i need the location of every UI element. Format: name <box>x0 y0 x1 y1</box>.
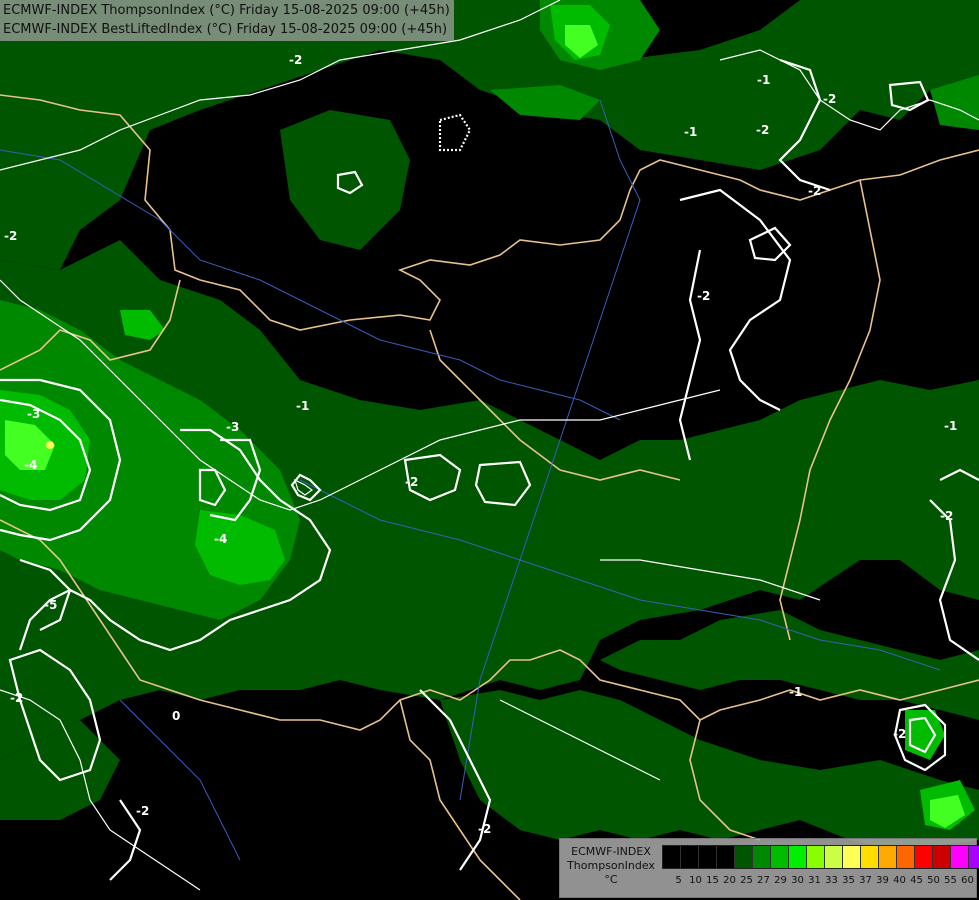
contour-label: -2 <box>10 691 23 705</box>
legend-swatch <box>735 846 753 868</box>
legend-field: ThompsonIndex <box>567 859 655 872</box>
legend-unit: °C <box>604 873 618 886</box>
legend-swatch <box>861 846 879 868</box>
legend-swatch <box>915 846 933 868</box>
legend-tick: 37 <box>859 875 872 886</box>
contour-label: -3 <box>27 407 40 421</box>
legend-tick: 40 <box>893 875 906 886</box>
legend-tick: 50 <box>927 875 940 886</box>
legend-tick: 20 <box>723 875 736 886</box>
legend-swatch <box>951 846 969 868</box>
legend-swatch <box>879 846 897 868</box>
legend-model: ECMWF-INDEX <box>571 845 651 858</box>
contour-label: -1 <box>789 685 802 699</box>
contour-label: -2 <box>823 92 836 106</box>
legend-swatch <box>717 846 735 868</box>
legend-tick: 29 <box>774 875 787 886</box>
title-thompson-index: ECMWF-INDEX ThompsonIndex (°C) Friday 15… <box>3 3 450 18</box>
legend-tick: 55 <box>944 875 957 886</box>
legend-title: ECMWF-INDEX ThompsonIndex °C <box>562 845 660 887</box>
legend-tick: 15 <box>706 875 719 886</box>
weather-map: -2 -1 -2 -3 -4 -3 -4 -5 -2 -2 -2 -1 -2 -… <box>0 0 979 900</box>
legend-swatch <box>969 846 979 868</box>
legend-tick: 60 <box>961 875 974 886</box>
legend-ticks: 5 10 15 20 25 27 29 30 31 33 35 37 39 40 45 50 55 60 <box>662 875 976 886</box>
legend-tick: 30 <box>791 875 804 886</box>
contour-label: -2 <box>940 509 953 523</box>
color-legend: ECMWF-INDEX ThompsonIndex °C 5 10 15 20 25 27… <box>559 838 979 898</box>
legend-tick: 5 <box>675 875 682 886</box>
title-best-lifted-index: ECMWF-INDEX BestLiftedIndex (°C) Friday … <box>3 22 448 37</box>
legend-swatch <box>771 846 789 868</box>
legend-tick: 39 <box>876 875 889 886</box>
map-title-box: ECMWF-INDEX ThompsonIndex (°C) Friday 15… <box>0 0 454 41</box>
contour-label: -2 <box>478 822 491 836</box>
legend-swatch <box>843 846 861 868</box>
legend-swatch <box>933 846 951 868</box>
legend-swatch <box>681 846 699 868</box>
contour-label: -2 <box>405 475 418 489</box>
contour-label: -3 <box>226 420 239 434</box>
legend-swatch <box>753 846 771 868</box>
legend-swatch <box>825 846 843 868</box>
legend-tick: 10 <box>689 875 702 886</box>
legend-swatches <box>662 845 979 869</box>
legend-swatch <box>807 846 825 868</box>
contour-label: -2 <box>136 804 149 818</box>
legend-tick: 33 <box>825 875 838 886</box>
contour-label: -2 <box>808 184 821 198</box>
contour-label: -2 <box>756 123 769 137</box>
contour-label: -2 <box>893 727 906 741</box>
contour-label: 0 <box>172 709 180 723</box>
legend-tick: 27 <box>757 875 770 886</box>
contour-label: -4 <box>24 458 37 472</box>
legend-tick: 35 <box>842 875 855 886</box>
contour-label: -5 <box>44 598 57 612</box>
contour-label: -2 <box>289 53 302 67</box>
contour-label: -1 <box>944 419 957 433</box>
legend-swatch <box>663 846 681 868</box>
legend-tick: 31 <box>808 875 821 886</box>
yellow-core <box>46 441 54 449</box>
legend-swatch <box>789 846 807 868</box>
contour-label: -1 <box>684 125 697 139</box>
contour-label: -2 <box>697 289 710 303</box>
contour-label: -1 <box>757 73 770 87</box>
contour-label: -2 <box>4 229 17 243</box>
legend-tick: 45 <box>910 875 923 886</box>
contour-label: -1 <box>296 399 309 413</box>
legend-tick: 25 <box>740 875 753 886</box>
legend-swatch <box>897 846 915 868</box>
legend-swatch <box>699 846 717 868</box>
contour-label: -4 <box>214 532 227 546</box>
